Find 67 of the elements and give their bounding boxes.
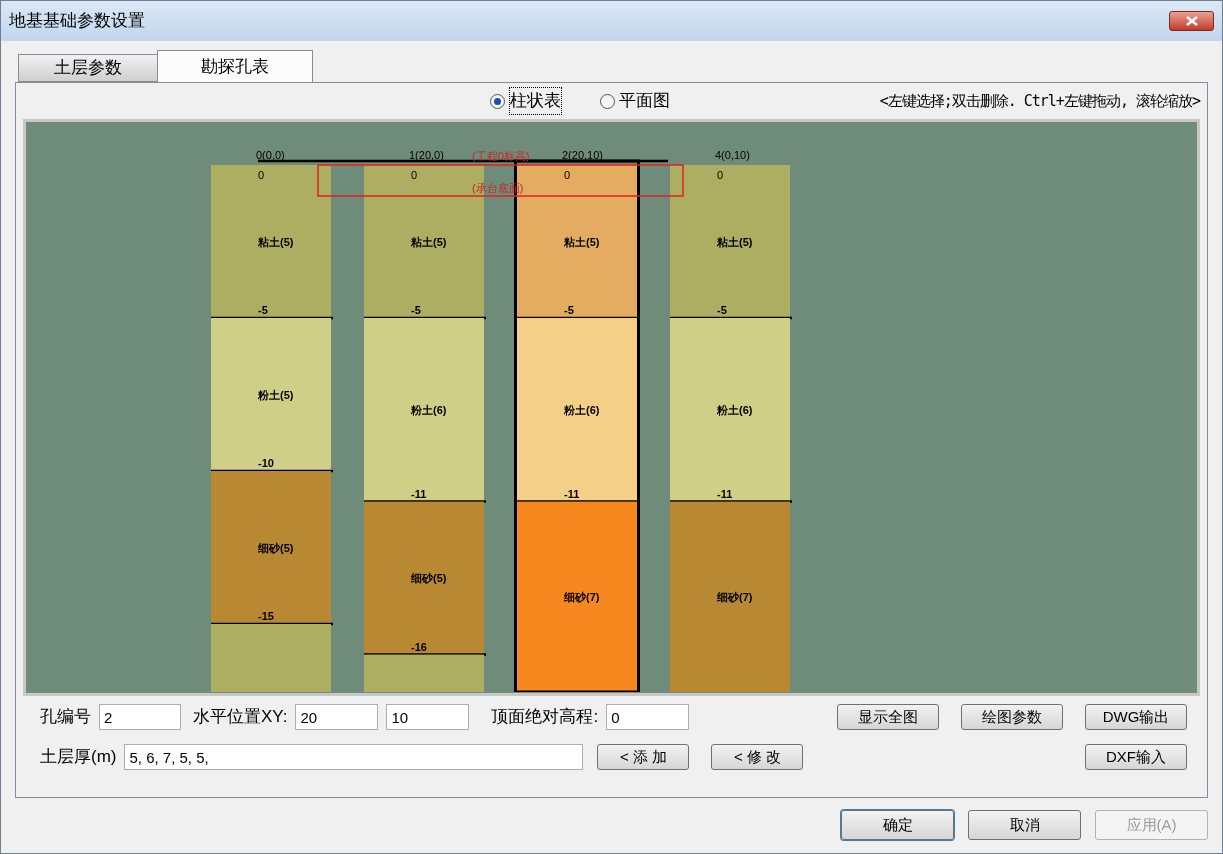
depth-label: -5	[717, 304, 727, 316]
layer-label: 细砂(5)	[258, 541, 294, 554]
depth-label: 0	[717, 169, 724, 181]
input-field[interactable]: 2	[99, 704, 181, 730]
button[interactable]: DWG输出	[1085, 704, 1187, 730]
layer-label: 粘土(5)	[717, 235, 753, 248]
layer-label: 粉土(6)	[564, 403, 600, 416]
button[interactable]: DXF输入	[1085, 744, 1187, 770]
button[interactable]: 确定	[841, 810, 954, 840]
borehole-label: 0(0,0)	[256, 149, 285, 161]
depth-label: 0	[411, 169, 418, 181]
layer-label: 粘土(5)	[411, 235, 447, 248]
tab[interactable]: 勘探孔表	[157, 50, 313, 82]
depth-label: -15	[258, 610, 274, 622]
borehole-canvas[interactable]: 粘土(5) -5 粉土(5) -10 细砂(5) -15 0(0,0) 0 粘土(5) -5 粉土(6) -11 细砂(5) -16 1(20,0) 0 粘土(5) -5 粉土(6) -11 细砂(7) 2(20,10) 0 粘土(5) -5 粉土(6) -11 细砂(7) 4(0,10) 0 (工程0标高) (承台底面)	[23, 119, 1200, 696]
input-field[interactable]: 10	[386, 704, 470, 730]
depth-label: 0	[258, 169, 265, 181]
layer-label: 粉土(5)	[258, 388, 294, 401]
soil-layer[interactable]	[517, 318, 637, 502]
button[interactable]: 取消	[968, 810, 1081, 840]
layer-label: 粉土(6)	[717, 403, 753, 416]
field-label: 顶面绝对高程:	[491, 706, 599, 729]
button[interactable]: < 添 加	[597, 744, 690, 770]
layer-label: 粘土(5)	[258, 235, 294, 248]
window-title: 地基基础参数设置	[9, 10, 145, 33]
button[interactable]: 显示全图	[837, 704, 939, 730]
borehole-label: 4(0,10)	[715, 149, 750, 161]
soil-layer[interactable]	[211, 318, 331, 471]
depth-label: -5	[564, 304, 574, 316]
layer-label: 细砂(7)	[564, 590, 600, 603]
hint-text: <左键选择;双击删除. Ctrl+左键拖动, 滚轮缩放>	[879, 90, 1200, 112]
soil-layer[interactable]	[364, 654, 484, 692]
cap-label: (承台底面)	[472, 182, 524, 194]
layer-label: 细砂(7)	[717, 590, 753, 603]
field-label: 孔编号	[40, 706, 91, 729]
soil-layer[interactable]	[517, 501, 637, 692]
depth-label: -11	[411, 487, 427, 500]
soil-layer[interactable]	[364, 318, 484, 502]
soil-layer[interactable]	[364, 501, 484, 655]
field-label: 水平位置XY:	[193, 706, 288, 729]
tab[interactable]: 土层参数	[18, 54, 158, 82]
soil-layer[interactable]	[211, 471, 331, 624]
depth-label: -5	[411, 304, 421, 316]
input-field[interactable]: 0	[606, 704, 690, 730]
depth-label: -16	[411, 640, 427, 653]
button[interactable]: < 修 改	[711, 744, 804, 770]
close-button[interactable]	[1169, 11, 1214, 31]
borehole-label: 2(20,10)	[562, 149, 603, 161]
layer-label: 细砂(5)	[411, 572, 447, 585]
depth-label: -5	[258, 304, 268, 316]
layer-label: 粉土(6)	[411, 403, 447, 416]
field-label: 土层厚(m)	[40, 746, 117, 769]
layer-label: 粘土(5)	[564, 235, 600, 248]
input-field[interactable]: 5, 6, 7, 5, 5,	[124, 744, 584, 770]
depth-label: -11	[717, 487, 733, 500]
radio-option[interactable]: 平面图	[600, 87, 670, 115]
soil-layer[interactable]	[670, 165, 790, 318]
button[interactable]: 绘图参数	[961, 704, 1063, 730]
depth-label: -10	[258, 457, 274, 469]
depth-label: 0	[564, 169, 571, 181]
elevation-label: (工程0标高)	[472, 150, 530, 162]
soil-layer[interactable]	[211, 165, 331, 318]
soil-layer[interactable]	[670, 318, 790, 502]
borehole-label: 1(20,0)	[409, 149, 444, 161]
close-icon	[1185, 16, 1198, 26]
input-field[interactable]: 20	[295, 704, 379, 730]
depth-label: -11	[564, 487, 580, 500]
